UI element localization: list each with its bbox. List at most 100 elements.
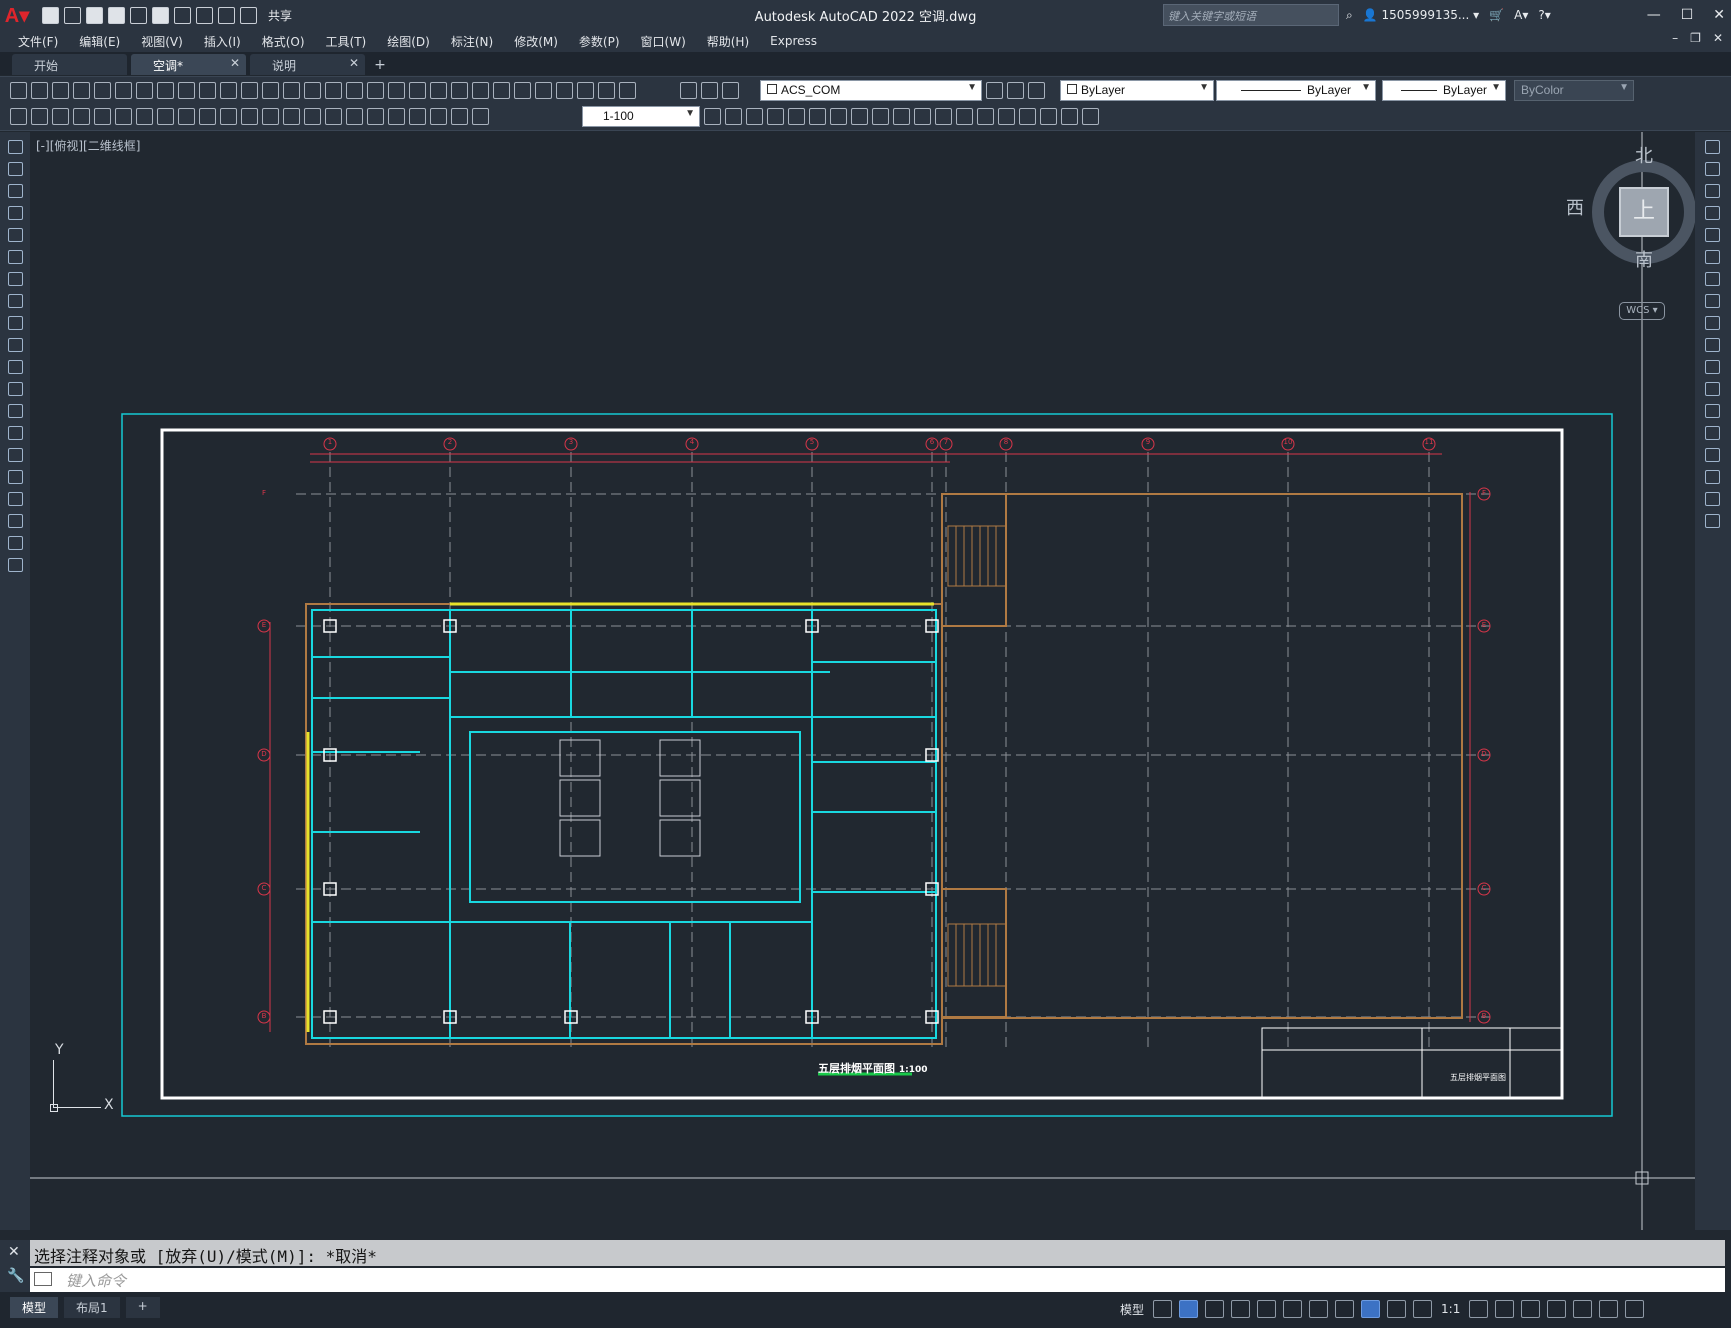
standard-tool-icon[interactable] xyxy=(115,82,132,99)
plot-icon[interactable] xyxy=(174,6,191,24)
dimension-tool-icon[interactable] xyxy=(178,108,195,125)
auto-scale-icon[interactable] xyxy=(1387,1300,1407,1318)
draw-tool-icon[interactable] xyxy=(8,514,23,528)
menu-item-9[interactable]: 参数(P) xyxy=(579,33,620,50)
command-input[interactable]: 键入命令 xyxy=(30,1268,1725,1292)
menu-item-10[interactable]: 窗口(W) xyxy=(641,33,686,50)
dimension-tool-icon[interactable] xyxy=(283,108,300,125)
standard-tool-icon[interactable] xyxy=(304,82,321,99)
dimension-tool-icon[interactable] xyxy=(346,108,363,125)
modify-tool-icon[interactable] xyxy=(998,108,1015,125)
dimension-tool-icon[interactable] xyxy=(367,108,384,125)
units-icon[interactable] xyxy=(1521,1300,1541,1318)
doc-restore-button[interactable]: ❐ xyxy=(1690,31,1701,45)
redo-icon[interactable] xyxy=(218,6,235,24)
workspace-gear-icon[interactable] xyxy=(1469,1300,1489,1318)
dimension-tool-icon[interactable] xyxy=(388,108,405,125)
modify-tool-icon[interactable] xyxy=(1705,140,1720,154)
draw-tool-icon[interactable] xyxy=(8,250,23,264)
draw-tool-icon[interactable] xyxy=(8,140,23,154)
viewcube-top-face[interactable]: 上 xyxy=(1619,187,1669,237)
standard-tool-icon[interactable] xyxy=(472,82,489,99)
standard-tool-icon[interactable] xyxy=(283,82,300,99)
color-dropdown[interactable]: ByLayer ▼ xyxy=(1060,80,1214,101)
draw-tool-icon[interactable] xyxy=(8,492,23,506)
share-button[interactable]: 共享 xyxy=(268,7,292,24)
draw-tool-icon[interactable] xyxy=(8,448,23,462)
standard-tool-icon[interactable] xyxy=(178,82,195,99)
draw-tool-icon[interactable] xyxy=(8,316,23,330)
close-tab-icon[interactable]: ✕ xyxy=(230,56,240,70)
object-snap-icon[interactable] xyxy=(1309,1300,1329,1318)
modify-tool-icon[interactable] xyxy=(1705,360,1720,374)
standard-tool-icon[interactable] xyxy=(94,82,111,99)
compass-south[interactable]: 南 xyxy=(1635,246,1653,272)
annotation-scale-icon[interactable] xyxy=(1413,1300,1433,1318)
modify-tool-icon[interactable] xyxy=(788,108,805,125)
standard-tool-icon[interactable] xyxy=(157,82,174,99)
dimension-tool-icon[interactable] xyxy=(199,108,216,125)
modify-tool-icon[interactable] xyxy=(893,108,910,125)
cart-icon[interactable]: 🛒 xyxy=(1489,8,1504,22)
modify-tool-icon[interactable] xyxy=(872,108,889,125)
standard-tool-icon[interactable] xyxy=(367,82,384,99)
standard-tool-icon[interactable] xyxy=(220,82,237,99)
model-space-toggle[interactable]: 模型 xyxy=(1118,1301,1146,1318)
customize-command-icon[interactable]: 🔧 xyxy=(7,1268,24,1284)
modify-tool-icon[interactable] xyxy=(1705,316,1720,330)
save-icon[interactable] xyxy=(86,6,103,24)
add-layout-button[interactable]: + xyxy=(125,1297,160,1318)
modify-tool-icon[interactable] xyxy=(1705,294,1720,308)
tab-model[interactable]: 模型 xyxy=(10,1297,59,1318)
modify-tool-icon[interactable] xyxy=(1705,382,1720,396)
drawing-canvas[interactable]: [-][俯视][二维线框] 五层排烟平面图 1:100 五层排烟平面图 1 2 … xyxy=(30,132,1695,1230)
modify-tool-icon[interactable] xyxy=(1705,448,1720,462)
hardware-acceleration-icon[interactable] xyxy=(1573,1300,1593,1318)
open-icon[interactable] xyxy=(64,6,81,24)
modify-tool-icon[interactable] xyxy=(1705,206,1720,220)
annotation-scale-dropdown[interactable]: 1-100 ▼ xyxy=(582,106,700,127)
dimension-tool-icon[interactable] xyxy=(52,108,69,125)
menu-item-0[interactable]: 文件(F) xyxy=(18,33,58,50)
open-web-icon[interactable] xyxy=(130,6,147,24)
dimension-tool-icon[interactable] xyxy=(220,108,237,125)
dimension-tool-icon[interactable] xyxy=(94,108,111,125)
tab-shuoming[interactable]: 说明 ✕ xyxy=(250,54,365,75)
layer-state-tool-icon[interactable] xyxy=(1007,82,1024,99)
minimize-button[interactable]: — xyxy=(1647,7,1661,23)
standard-tool-icon[interactable] xyxy=(262,82,279,99)
search-icon[interactable]: ⌕ xyxy=(1346,8,1353,23)
menu-item-7[interactable]: 标注(N) xyxy=(451,33,493,50)
standard-tool-icon[interactable] xyxy=(31,82,48,99)
app-store-icon[interactable]: A▾ xyxy=(1514,8,1528,22)
compass-north[interactable]: 北 xyxy=(1635,142,1653,168)
modify-tool-icon[interactable] xyxy=(725,108,742,125)
menu-item-12[interactable]: Express xyxy=(770,34,817,48)
recent-commands-icon[interactable] xyxy=(34,1272,52,1286)
close-tab-icon[interactable]: ✕ xyxy=(349,56,359,70)
modify-tool-icon[interactable] xyxy=(1705,272,1720,286)
clean-screen-icon[interactable] xyxy=(1599,1300,1619,1318)
draw-tool-icon[interactable] xyxy=(8,382,23,396)
modify-tool-icon[interactable] xyxy=(1705,228,1720,242)
modify-tool-icon[interactable] xyxy=(1705,338,1720,352)
modify-tool-icon[interactable] xyxy=(1705,250,1720,264)
menu-item-11[interactable]: 帮助(H) xyxy=(707,33,749,50)
save-as-icon[interactable] xyxy=(108,6,125,24)
ortho-icon[interactable] xyxy=(1205,1300,1225,1318)
standard-tool-icon[interactable] xyxy=(10,82,27,99)
draw-tool-icon[interactable] xyxy=(8,206,23,220)
layer-state-tool-icon[interactable] xyxy=(986,82,1003,99)
lineweight-dropdown[interactable]: ByLayer ▼ xyxy=(1382,80,1506,101)
polar-icon[interactable] xyxy=(1231,1300,1251,1318)
standard-tool-icon[interactable] xyxy=(514,82,531,99)
modify-tool-icon[interactable] xyxy=(1082,108,1099,125)
standard-tool-icon[interactable] xyxy=(409,82,426,99)
standard-tool-icon[interactable] xyxy=(598,82,615,99)
undo-icon[interactable] xyxy=(196,6,213,24)
grid-icon[interactable] xyxy=(1153,1300,1173,1318)
draw-tool-icon[interactable] xyxy=(8,228,23,242)
modify-tool-icon[interactable] xyxy=(1019,108,1036,125)
dimension-tool-icon[interactable] xyxy=(451,108,468,125)
customize-qat-icon[interactable] xyxy=(240,6,257,24)
